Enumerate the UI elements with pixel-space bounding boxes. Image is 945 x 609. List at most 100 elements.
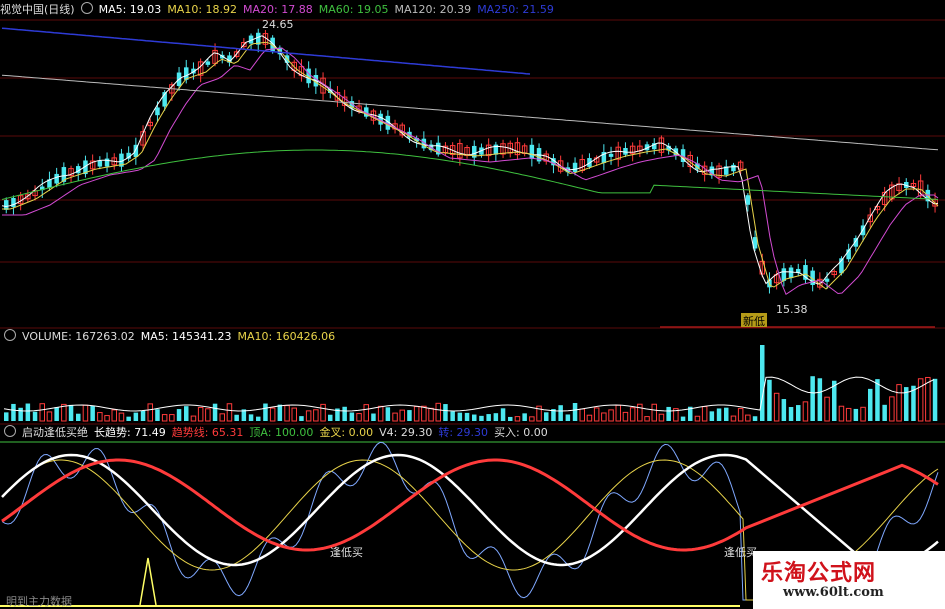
candle-body-down xyxy=(11,197,16,208)
candle-body-down xyxy=(155,107,160,116)
candle-body-down xyxy=(731,164,736,172)
volume-bar-down xyxy=(875,379,880,421)
high-price-label: 24.65 xyxy=(262,18,294,31)
volume-bar-down xyxy=(788,407,794,421)
volume-bar-down xyxy=(32,411,38,421)
volume-bar-up xyxy=(615,404,621,422)
volume-bar-down xyxy=(666,406,671,421)
volume-value: VOLUME: 167263.02 xyxy=(22,330,135,343)
volume-bar-up xyxy=(82,404,89,422)
volume-bar-down xyxy=(184,406,189,421)
watermark: 乐淘公式网 www.60lt.com xyxy=(753,551,945,609)
top-value: 顶A: 100.00 xyxy=(249,426,314,439)
volume-bar-down xyxy=(932,378,938,421)
volume-bar-up xyxy=(529,416,535,422)
volume-bar-up xyxy=(745,414,751,422)
watermark-title: 乐淘公式网 xyxy=(761,561,877,586)
volume-bar-down xyxy=(4,412,9,421)
ma5-value: MA5: 19.03 xyxy=(98,3,162,16)
volume-bar-up xyxy=(773,392,780,422)
volume-bar-up xyxy=(428,407,434,422)
volume-bar-down xyxy=(212,403,218,421)
volume-settings-gear-icon[interactable] xyxy=(4,329,16,341)
volume-bar-up xyxy=(377,405,384,422)
volume-bar-up xyxy=(320,403,326,422)
volume-bar-up xyxy=(313,409,319,422)
volume-bar-up xyxy=(896,384,902,422)
volume-bar-up xyxy=(111,409,117,422)
volume-bar-up xyxy=(197,406,204,422)
volume-bar-down xyxy=(140,410,146,421)
volume-bar-down xyxy=(263,403,268,421)
volume-bar-down xyxy=(90,405,95,421)
volume-bar-down xyxy=(176,409,182,421)
candle-body-down xyxy=(4,200,9,210)
volume-bar-up xyxy=(593,407,600,422)
volume-bar-up xyxy=(579,408,585,422)
volume-bar-up xyxy=(651,403,657,422)
volume-bar-down xyxy=(328,414,333,421)
indicator-title: 启动逢低买绝 xyxy=(22,426,88,439)
volume-bar-down xyxy=(767,379,772,421)
volume-bar-down xyxy=(522,413,527,421)
ma20-line xyxy=(2,47,939,296)
candle-body-down xyxy=(205,61,211,65)
volume-bar-down xyxy=(868,388,873,421)
volume-bar-down xyxy=(572,403,578,421)
volume-bar-down xyxy=(479,415,484,421)
volume-ma5-value: MA5: 145341.23 xyxy=(140,330,232,343)
volume-bar-up xyxy=(190,415,197,422)
volume-bar-up xyxy=(644,416,650,422)
volume-bar-down xyxy=(385,407,391,421)
volume-bar-down xyxy=(25,403,31,421)
ma60-line xyxy=(1,149,939,200)
volume-bar-down xyxy=(853,408,859,421)
volume-bar-up xyxy=(860,406,866,422)
volume-bar-up xyxy=(845,407,852,422)
ma250-line xyxy=(1,27,531,75)
volume-bar-up xyxy=(838,405,845,422)
volume-bar-up xyxy=(226,403,233,422)
volume-bar-down xyxy=(464,412,470,421)
stock-chart[interactable]: 24.65 15.38 新低 逢低买 逢低买 明到主力数据 xyxy=(0,0,945,609)
volume-bar-down xyxy=(76,413,81,421)
volume-bar-up xyxy=(356,413,362,422)
volume-bar-down xyxy=(18,407,23,421)
main-panel-title: 视觉中国(日线) xyxy=(0,3,75,16)
indicator-settings-gear-icon[interactable] xyxy=(4,425,16,437)
volume-bar-down xyxy=(544,412,549,421)
candle-body-down xyxy=(572,162,578,173)
candle-body-down xyxy=(608,153,614,157)
candle-body-down xyxy=(745,195,751,205)
volume-bar-down xyxy=(810,376,815,421)
volume-bar-up xyxy=(219,413,225,422)
volume-bar-down xyxy=(443,404,448,421)
volume-bar-up xyxy=(363,404,369,422)
volume-bar-up xyxy=(399,409,405,422)
volume-bar-down xyxy=(500,408,506,421)
volume-bar-up xyxy=(730,415,737,422)
volume-bar-down xyxy=(781,399,787,421)
volume-bar-up xyxy=(392,412,398,422)
low-price-label: 15.38 xyxy=(776,303,808,316)
volume-bar-up xyxy=(889,396,895,422)
volume-bar-up xyxy=(622,411,629,422)
volume-bar-up xyxy=(291,407,297,422)
volume-bar-down xyxy=(796,405,801,421)
ma10-value: MA10: 18.92 xyxy=(167,3,238,16)
watermark-url: www.60lt.com xyxy=(783,585,884,600)
volume-bar-down xyxy=(54,407,59,421)
ma250-value: MA250: 21.59 xyxy=(477,3,554,16)
volume-bar-down xyxy=(752,416,758,421)
volume-bar-up xyxy=(586,414,593,422)
volume-bar-up xyxy=(701,406,708,422)
grid-lines xyxy=(0,19,945,443)
volume-bar-up xyxy=(118,412,125,422)
volume-bar-down xyxy=(709,411,715,421)
volume-bar-down xyxy=(349,412,355,421)
volume-bar-down xyxy=(155,409,160,421)
volume-bar-down xyxy=(565,414,571,421)
settings-gear-icon[interactable] xyxy=(80,2,93,14)
candle-body-down xyxy=(529,144,535,159)
ma120-value: MA120: 20.39 xyxy=(394,3,472,16)
